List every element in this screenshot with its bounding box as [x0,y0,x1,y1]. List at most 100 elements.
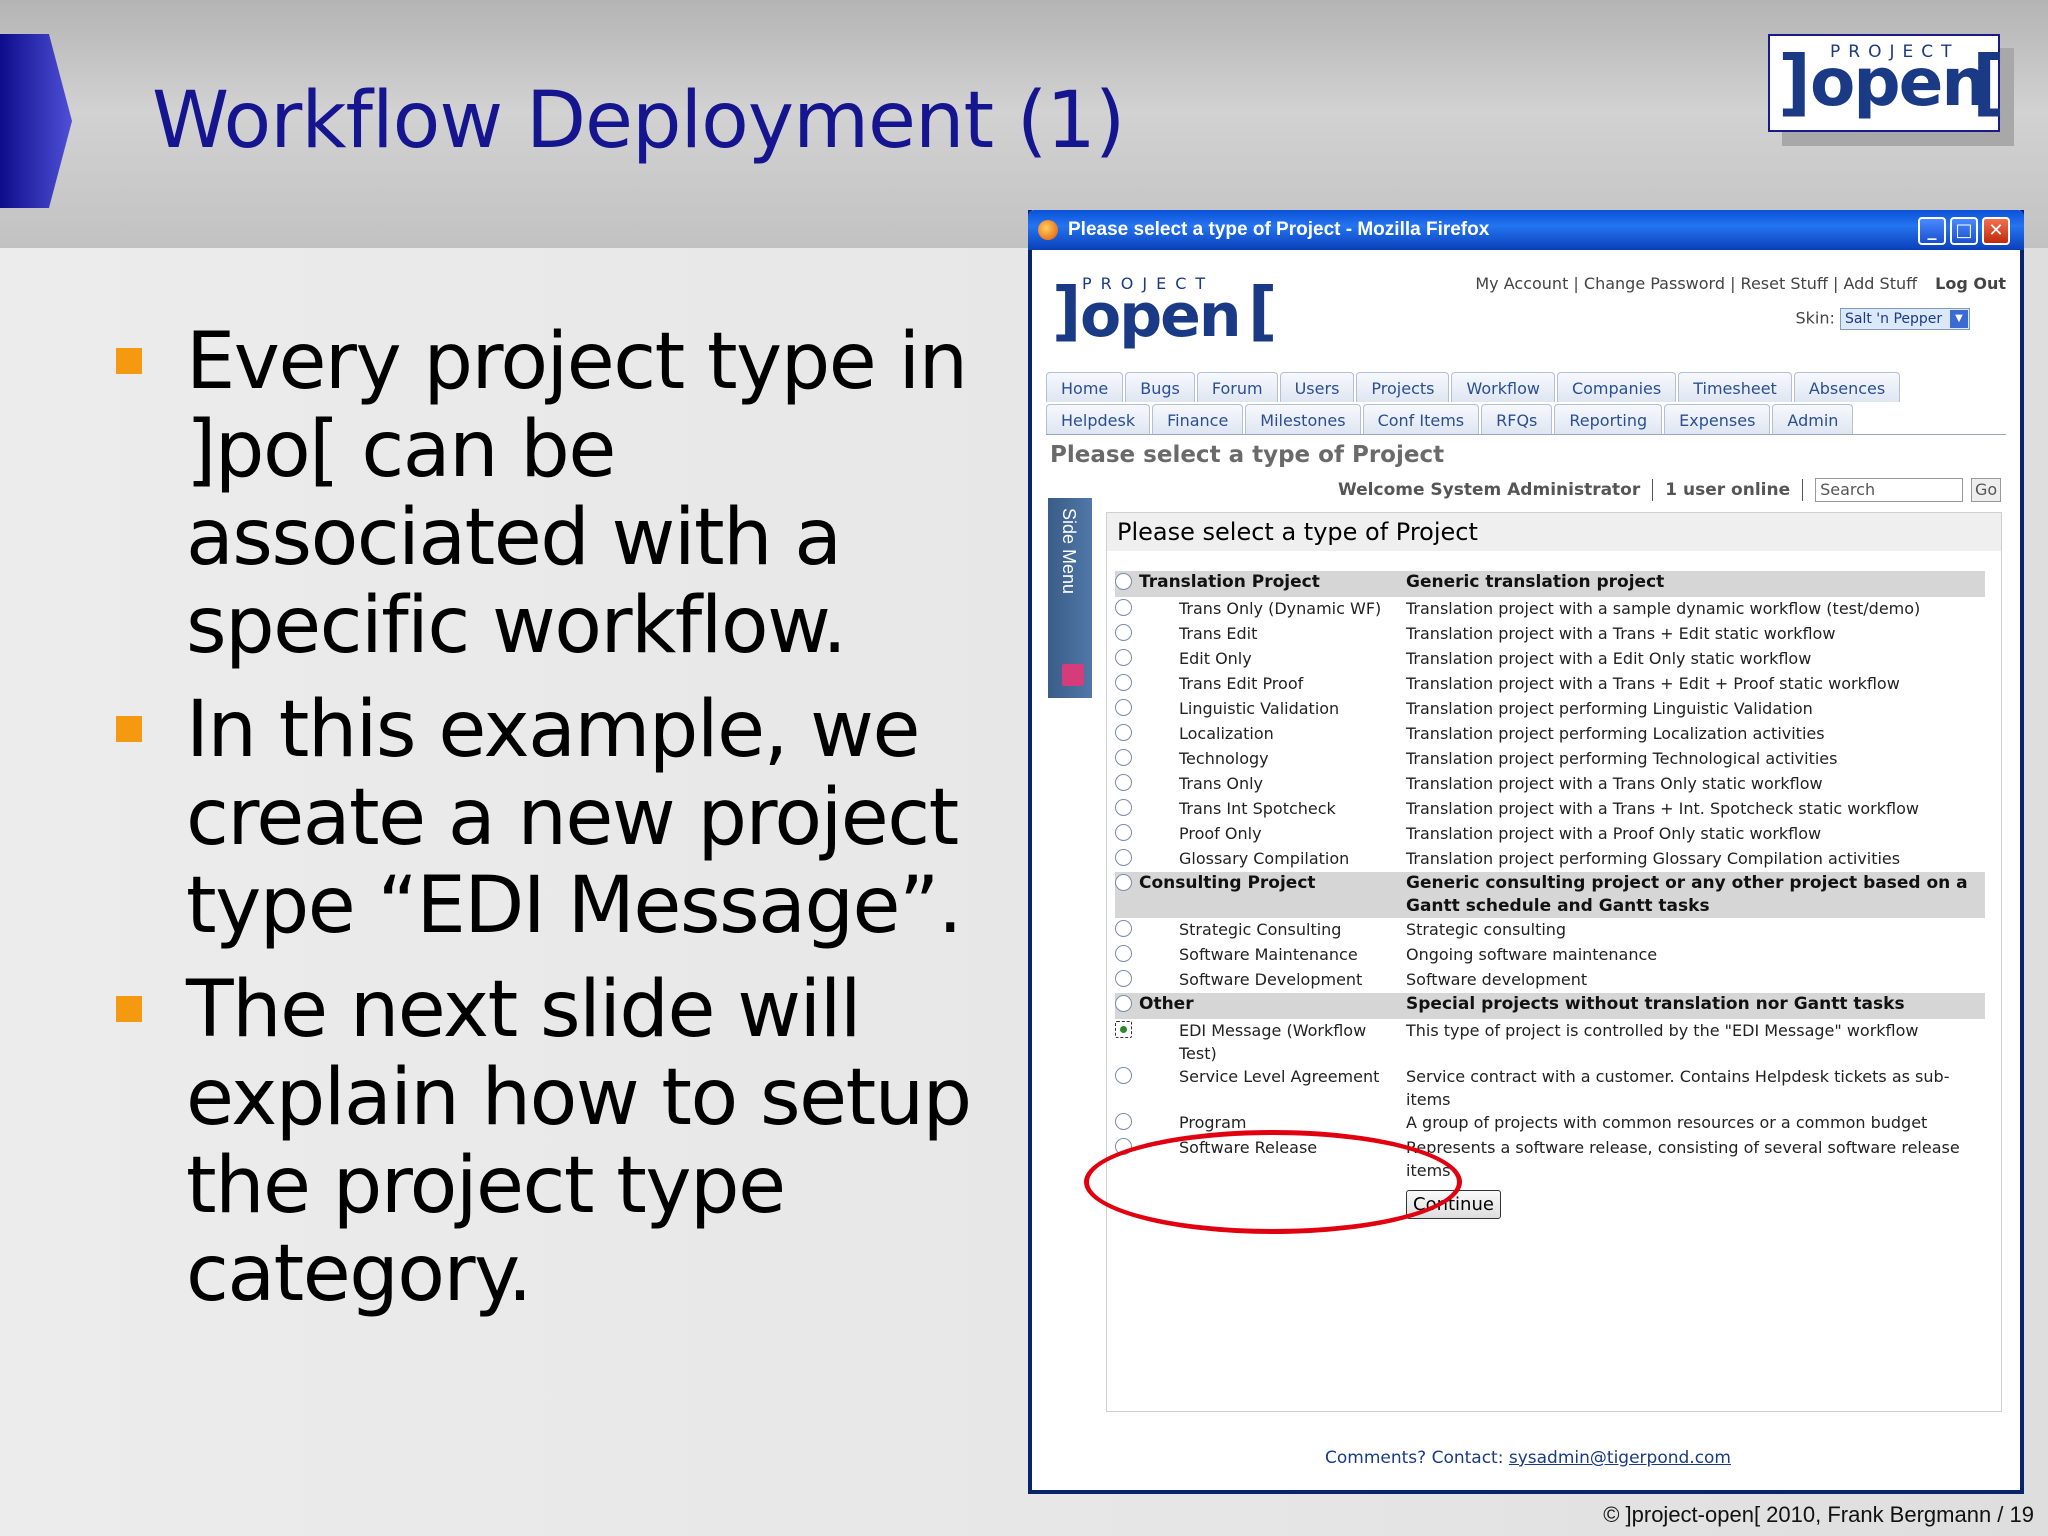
minimize-button[interactable]: _ [1918,217,1946,245]
tab-absences[interactable]: Absences [1793,372,1901,402]
bullet-item: The next slide will explain how to setup… [110,966,990,1318]
project-type-name: Software Release [1179,1138,1318,1157]
project-type-name: Trans Only (Dynamic WF) [1179,599,1382,618]
tab-expenses[interactable]: Expenses [1664,404,1771,434]
continue-button[interactable]: Continue [1406,1190,1501,1219]
radio-button[interactable] [1115,724,1132,741]
tab-forum[interactable]: Forum [1196,372,1278,402]
tab-admin[interactable]: Admin [1772,404,1854,434]
radio-button[interactable] [1115,945,1132,962]
go-button[interactable]: Go [1971,478,2002,502]
tab-milestones[interactable]: Milestones [1245,404,1361,434]
users-online[interactable]: 1 user online [1665,480,1790,500]
divider [1802,479,1804,501]
tab-helpdesk[interactable]: Helpdesk [1046,404,1151,434]
side-menu-icon[interactable] [1062,664,1084,686]
project-type-row[interactable]: Glossary Compilation Translation project … [1115,847,1985,872]
radio-button[interactable] [1115,824,1132,841]
chevron-down-icon[interactable]: ▼ [1950,310,1968,328]
radio-button[interactable] [1115,995,1132,1012]
category-row[interactable]: Consulting Project Generic consulting pro… [1115,872,1985,918]
app-logo[interactable]: ] PROJECT open [ [1052,272,1282,362]
project-type-row[interactable]: Trans Edit Proof Translation project with… [1115,672,1985,697]
search-input[interactable]: Search [1815,478,1964,502]
continue-row: Continue [1115,1182,1985,1219]
project-type-row[interactable]: Service Level Agreement Service contract … [1115,1065,1985,1111]
project-type-row[interactable]: Trans Only Translation project with a Tra… [1115,772,1985,797]
project-type-row[interactable]: Trans Edit Translation project with a Tra… [1115,622,1985,647]
project-type-row[interactable]: Edit Only Translation project with a Edit… [1115,647,1985,672]
radio-button[interactable] [1115,573,1132,590]
tab-rfqs[interactable]: RFQs [1481,404,1553,434]
window-titlebar[interactable]: Please select a type of Project - Mozill… [1028,210,2024,250]
project-type-description: Special projects without translation nor… [1406,993,1985,1019]
skin-selector: Skin: Salt 'n Pepper ▼ [1796,308,1970,330]
tab-conf-items[interactable]: Conf Items [1362,404,1480,434]
radio-button[interactable] [1115,699,1132,716]
project-type-row[interactable]: Trans Only (Dynamic WF) Translation proje… [1115,597,1985,622]
radio-button[interactable] [1115,799,1132,816]
project-type-row[interactable]: Software Maintenance Ongoing software mai… [1115,943,1985,968]
radio-button[interactable] [1115,599,1132,616]
radio-button[interactable] [1115,624,1132,641]
project-type-row[interactable]: Trans Int Spotcheck Translation project w… [1115,797,1985,822]
project-type-name: Software Development [1179,970,1363,989]
project-type-table: Translation Project Generic translation p… [1115,571,1985,1219]
radio-button[interactable] [1115,970,1132,987]
logo-left-bracket: ] [1778,40,1811,124]
project-type-row[interactable]: Localization Translation project performi… [1115,722,1985,747]
tab-bugs[interactable]: Bugs [1125,372,1195,402]
tab-companies[interactable]: Companies [1556,372,1677,402]
tab-users[interactable]: Users [1279,372,1355,402]
side-menu-toggle[interactable]: Side Menu [1048,498,1092,698]
tab-workflow[interactable]: Workflow [1451,372,1555,402]
radio-button[interactable] [1115,874,1132,891]
radio-button[interactable] [1115,1113,1132,1130]
project-type-name: Other [1139,993,1406,1019]
account-links: My Account | Change Password | Reset Stu… [1475,274,2006,293]
radio-button[interactable] [1115,774,1132,791]
page-title: Please select a type of Project [1050,442,1445,468]
skin-select[interactable]: Salt 'n Pepper ▼ [1840,308,1970,330]
logo-word: open [1810,44,1988,121]
project-type-row[interactable]: Linguistic Validation Translation project… [1115,697,1985,722]
tab-reporting[interactable]: Reporting [1554,404,1663,434]
project-type-row[interactable]: EDI Message (Workflow Test) This type of … [1115,1019,1985,1065]
tab-projects[interactable]: Projects [1356,372,1450,402]
logout-link[interactable]: Log Out [1935,274,2006,293]
contact-email-link[interactable]: sysadmin@tigerpond.com [1509,1448,1731,1468]
radio-button[interactable] [1115,1021,1132,1038]
project-type-row[interactable]: Program A group of projects with common r… [1115,1111,1985,1136]
window-title: Please select a type of Project - Mozill… [1068,219,1490,240]
radio-button[interactable] [1115,674,1132,691]
radio-button[interactable] [1115,1067,1132,1084]
category-row[interactable]: Other Special projects without translatio… [1115,993,1985,1019]
project-type-description: Translation project with a Trans + Edit … [1406,624,1836,643]
project-type-name: EDI Message (Workflow Test) [1179,1021,1367,1063]
project-type-row[interactable]: Software Release Represents a software re… [1115,1136,1985,1182]
radio-button[interactable] [1115,749,1132,766]
welcome-text: Welcome System Administrator [1338,480,1641,500]
project-type-row[interactable]: Technology Translation project performing… [1115,747,1985,772]
project-type-description: Ongoing software maintenance [1406,945,1658,964]
tab-timesheet[interactable]: Timesheet [1678,372,1792,402]
close-button[interactable]: ✕ [1982,217,2010,245]
project-type-row[interactable]: Software Development Software development [1115,968,1985,993]
project-type-description: Translation project performing Linguisti… [1406,699,1813,718]
app-logo-left-bracket: ] [1052,275,1082,349]
panel-title: Please select a type of Project [1107,513,2001,551]
project-type-description: Translation project performing Glossary … [1406,849,1901,868]
maximize-button[interactable]: □ [1950,217,1978,245]
category-row[interactable]: Translation Project Generic translation p… [1115,571,1985,597]
project-type-row[interactable]: Proof Only Translation project with a Pro… [1115,822,1985,847]
radio-button[interactable] [1115,649,1132,666]
tab-home[interactable]: Home [1046,372,1124,402]
radio-button[interactable] [1115,1138,1132,1155]
radio-button[interactable] [1115,849,1132,866]
account-link-group[interactable]: My Account | Change Password | Reset Stu… [1475,274,1917,293]
tab-finance[interactable]: Finance [1152,404,1244,434]
radio-button[interactable] [1115,920,1132,937]
project-type-row[interactable]: Strategic Consulting Strategic consulting [1115,918,1985,943]
slide-footer: © ]project-open[ 2010, Frank Bergmann / … [1603,1502,2034,1527]
project-type-description: Translation project performing Localizat… [1406,724,1825,743]
